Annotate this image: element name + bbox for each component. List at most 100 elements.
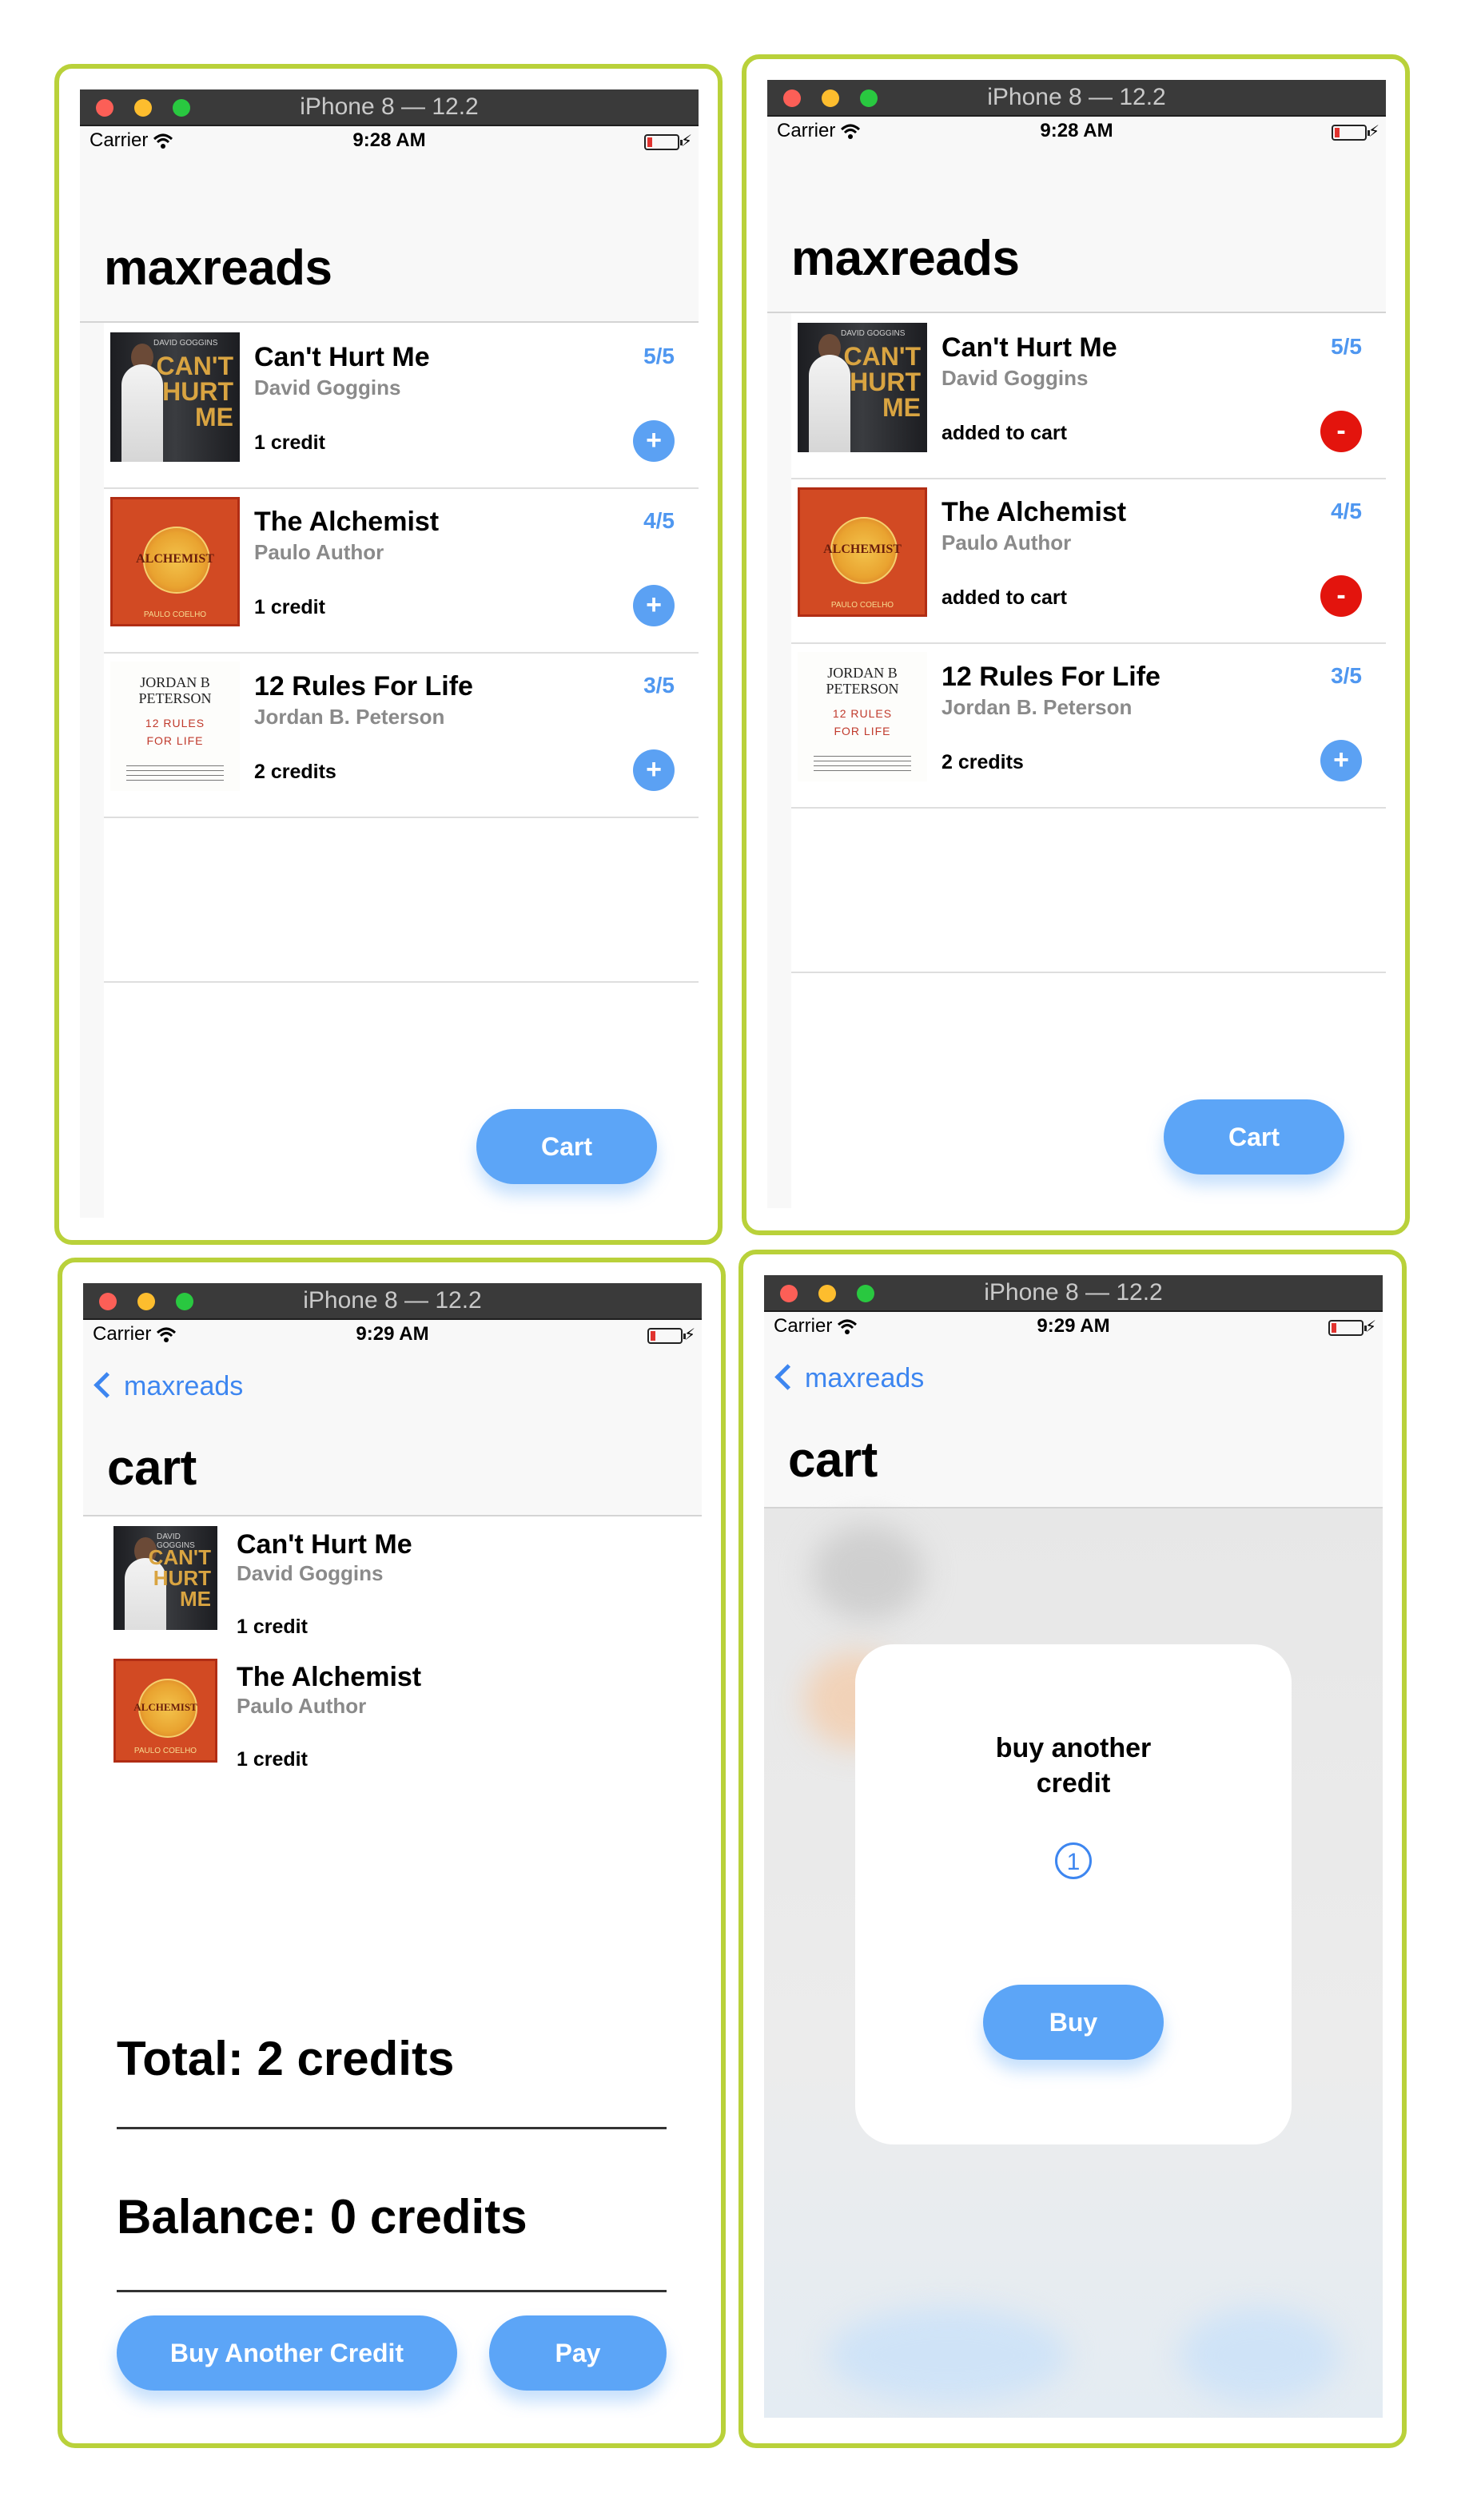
- pay-button[interactable]: Pay: [489, 2315, 667, 2391]
- book-rating: 5/5: [1331, 334, 1362, 359]
- status-bar: Carrier 9:29 AM ⚡: [83, 1320, 702, 1352]
- screen-panel-cart: iPhone 8 — 12.2 Carrier 9:29 AM ⚡ maxrea…: [58, 1258, 726, 2448]
- book-credit: 1 credit: [237, 1748, 308, 1771]
- charging-icon: ⚡: [680, 133, 692, 150]
- simulator-titlebar: iPhone 8 — 12.2: [83, 1283, 702, 1320]
- simulator-titlebar: iPhone 8 — 12.2: [764, 1275, 1383, 1312]
- add-to-cart-button[interactable]: +: [633, 749, 675, 791]
- cart-item: DAVID GOGGINS CAN'T HURT ME Can't Hurt Me …: [83, 1526, 702, 1659]
- book-rating: 5/5: [643, 344, 675, 368]
- charging-icon: ⚡: [1364, 1318, 1376, 1336]
- buy-another-credit-button[interactable]: Buy Another Credit: [117, 2315, 457, 2391]
- book-author: Paulo Author: [942, 531, 1072, 554]
- cart-button[interactable]: Cart: [1164, 1099, 1344, 1175]
- simulator-title: iPhone 8 — 12.2: [984, 1279, 1163, 1306]
- book-cover-image: ALCHEMIST PAULO COELHO: [113, 1659, 217, 1763]
- list-item[interactable]: ALCHEMIST PAULO COELHO The Alchemist Pau…: [791, 478, 1386, 644]
- book-title: The Alchemist: [942, 497, 1127, 527]
- simulator-window: iPhone 8 — 12.2 Carrier 9:28 AM ⚡ maxrea…: [80, 89, 699, 1218]
- book-cover-image: JORDAN B PETERSON 12 RULES FOR LIFE: [798, 652, 927, 781]
- status-time: 9:29 AM: [356, 1323, 429, 1345]
- back-label: maxreads: [124, 1371, 244, 1401]
- book-rating: 3/5: [1331, 663, 1362, 688]
- empty-row: [791, 807, 1386, 973]
- book-credit: 2 credits: [254, 761, 336, 783]
- balance-label: Balance: 0 credits: [117, 2190, 527, 2244]
- list-item[interactable]: DAVID GOGGINS CAN'T HURT ME Can't Hurt Me …: [104, 323, 699, 489]
- remove-from-cart-button[interactable]: -: [1320, 575, 1362, 617]
- status-bar: Carrier 9:28 AM ⚡: [767, 117, 1386, 149]
- battery-icon: [1328, 1320, 1367, 1336]
- book-title: 12 Rules For Life: [254, 671, 473, 702]
- back-button[interactable]: maxreads: [94, 1371, 244, 1402]
- simulator-title: iPhone 8 — 12.2: [303, 1287, 482, 1314]
- status-time: 9:28 AM: [352, 129, 426, 151]
- add-to-cart-button[interactable]: +: [1320, 740, 1362, 781]
- book-title: Can't Hurt Me: [942, 332, 1117, 363]
- book-rating: 4/5: [643, 508, 675, 533]
- book-list: DAVID GOGGINS CAN'T HURT ME Can't Hurt Me …: [791, 313, 1386, 1208]
- remove-from-cart-button[interactable]: -: [1320, 411, 1362, 452]
- book-title: The Alchemist: [254, 507, 440, 537]
- book-author: Paulo Author: [254, 540, 384, 564]
- book-credit: 1 credit: [237, 1616, 308, 1638]
- page-title: maxreads: [791, 231, 1020, 286]
- book-rating: 3/5: [643, 673, 675, 698]
- cart-button[interactable]: Cart: [476, 1109, 657, 1184]
- divider-line: [117, 2127, 667, 2129]
- book-author: David Goggins: [237, 1561, 384, 1585]
- chevron-left-icon: [774, 1363, 801, 1390]
- buy-button[interactable]: Buy: [983, 1985, 1164, 2060]
- cart-status: added to cart: [942, 586, 1067, 609]
- book-cover-image: ALCHEMIST PAULO COELHO: [110, 497, 240, 626]
- book-credit: 1 credit: [254, 431, 325, 454]
- simulator-window: iPhone 8 — 12.2 Carrier 9:28 AM ⚡ maxrea…: [767, 80, 1386, 1208]
- book-title: 12 Rules For Life: [942, 662, 1160, 692]
- screen-panel-added: iPhone 8 — 12.2 Carrier 9:28 AM ⚡ maxrea…: [742, 54, 1410, 1235]
- book-cover-image: DAVID GOGGINS CAN'T HURT ME: [798, 323, 927, 452]
- page-title: maxreads: [104, 240, 332, 296]
- status-bar: Carrier 9:28 AM ⚡: [80, 126, 699, 158]
- book-title: Can't Hurt Me: [237, 1529, 412, 1560]
- screen-panel-buy-credit: iPhone 8 — 12.2 Carrier 9:29 AM ⚡ maxrea…: [738, 1250, 1407, 2448]
- book-author: Jordan B. Peterson: [254, 705, 445, 729]
- cart-item: ALCHEMIST PAULO COELHO The Alchemist Pau…: [83, 1659, 702, 1791]
- list-item[interactable]: JORDAN B PETERSON 12 RULES FOR LIFE 12 Rul…: [791, 642, 1386, 809]
- list-item[interactable]: ALCHEMIST PAULO COELHO The Alchemist Pau…: [104, 487, 699, 654]
- credit-count: 1: [1055, 1842, 1092, 1879]
- empty-row: [104, 817, 699, 983]
- buy-credit-modal: buy another credit 1 Buy: [855, 1644, 1292, 2144]
- book-cover-image: DAVID GOGGINS CAN'T HURT ME: [110, 332, 240, 462]
- simulator-title: iPhone 8 — 12.2: [987, 84, 1166, 110]
- simulator-titlebar: iPhone 8 — 12.2: [80, 89, 699, 126]
- list-item[interactable]: DAVID GOGGINS CAN'T HURT ME Can't Hurt Me …: [791, 313, 1386, 479]
- simulator-title: iPhone 8 — 12.2: [300, 93, 479, 120]
- book-rating: 4/5: [1331, 499, 1362, 523]
- list-item[interactable]: JORDAN B PETERSON 12 RULES FOR LIFE 12 Rul…: [104, 652, 699, 818]
- book-author: David Goggins: [942, 366, 1089, 390]
- back-label: maxreads: [805, 1363, 925, 1393]
- book-credit: 1 credit: [254, 596, 325, 618]
- status-time: 9:29 AM: [1037, 1315, 1110, 1337]
- book-cover-image: JORDAN B PETERSON 12 RULES FOR LIFE: [110, 662, 240, 791]
- book-cover-image: DAVID GOGGINS CAN'T HURT ME: [113, 1526, 217, 1630]
- book-list: DAVID GOGGINS CAN'T HURT ME Can't Hurt Me …: [104, 323, 699, 1218]
- add-to-cart-button[interactable]: +: [633, 585, 675, 626]
- divider-line: [117, 2290, 667, 2292]
- book-author: Paulo Author: [237, 1694, 367, 1718]
- screen-panel-home: iPhone 8 — 12.2 Carrier 9:28 AM ⚡ maxrea…: [54, 64, 723, 1245]
- book-title: The Alchemist: [237, 1662, 422, 1692]
- book-cover-image: ALCHEMIST PAULO COELHO: [798, 487, 927, 617]
- modal-title: buy another credit: [995, 1733, 1152, 1799]
- back-button[interactable]: maxreads: [774, 1363, 925, 1394]
- cart-status: added to cart: [942, 422, 1067, 444]
- battery-icon: [644, 134, 683, 150]
- book-credit: 2 credits: [942, 751, 1024, 773]
- total-label: Total: 2 credits: [117, 2032, 455, 2085]
- book-author: David Goggins: [254, 376, 401, 399]
- chevron-left-icon: [94, 1371, 120, 1398]
- simulator-window: iPhone 8 — 12.2 Carrier 9:29 AM ⚡ maxrea…: [764, 1275, 1383, 2418]
- battery-icon: [647, 1328, 686, 1344]
- add-to-cart-button[interactable]: +: [633, 420, 675, 462]
- cart-list: DAVID GOGGINS CAN'T HURT ME Can't Hurt Me …: [83, 1516, 702, 2418]
